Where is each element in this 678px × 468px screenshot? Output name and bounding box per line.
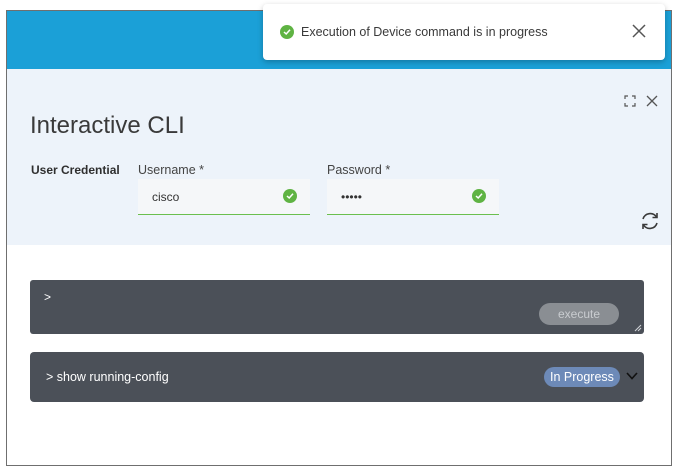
panel-tools — [624, 95, 658, 107]
page-title: Interactive CLI — [30, 112, 185, 139]
notification-toast: Execution of Device command is in progre… — [263, 4, 665, 60]
username-input[interactable]: cisco — [138, 179, 310, 215]
refresh-icon[interactable] — [639, 210, 661, 232]
close-icon[interactable] — [631, 23, 647, 39]
username-value: cisco — [152, 190, 180, 204]
user-credential-label: User Credential — [31, 163, 120, 177]
check-circle-icon — [280, 25, 294, 39]
console-prompt: > — [44, 290, 52, 304]
expand-icon[interactable] — [624, 95, 636, 107]
password-input[interactable]: ••••• — [327, 179, 499, 215]
history-command: > show running-config — [46, 370, 169, 384]
close-icon[interactable] — [646, 95, 658, 107]
toast-message: Execution of Device command is in progre… — [301, 25, 548, 39]
password-field: Password * ••••• — [327, 163, 499, 215]
command-history-item[interactable]: > show running-config In Progress — [30, 352, 644, 402]
resize-grip-icon[interactable] — [634, 324, 642, 332]
execute-button[interactable]: execute — [539, 303, 619, 325]
check-circle-icon — [283, 189, 297, 203]
check-circle-icon — [472, 189, 486, 203]
username-field: Username * cisco — [138, 163, 310, 215]
chevron-down-icon[interactable] — [626, 371, 638, 381]
interactive-cli-panel: Interactive CLI User Credential Username… — [7, 69, 671, 245]
password-value: ••••• — [341, 190, 363, 204]
command-console[interactable]: > execute — [30, 280, 644, 334]
status-badge: In Progress — [544, 367, 620, 387]
password-label: Password * — [327, 163, 391, 177]
app-frame: Interactive CLI User Credential Username… — [6, 10, 672, 466]
username-label: Username * — [138, 163, 204, 177]
